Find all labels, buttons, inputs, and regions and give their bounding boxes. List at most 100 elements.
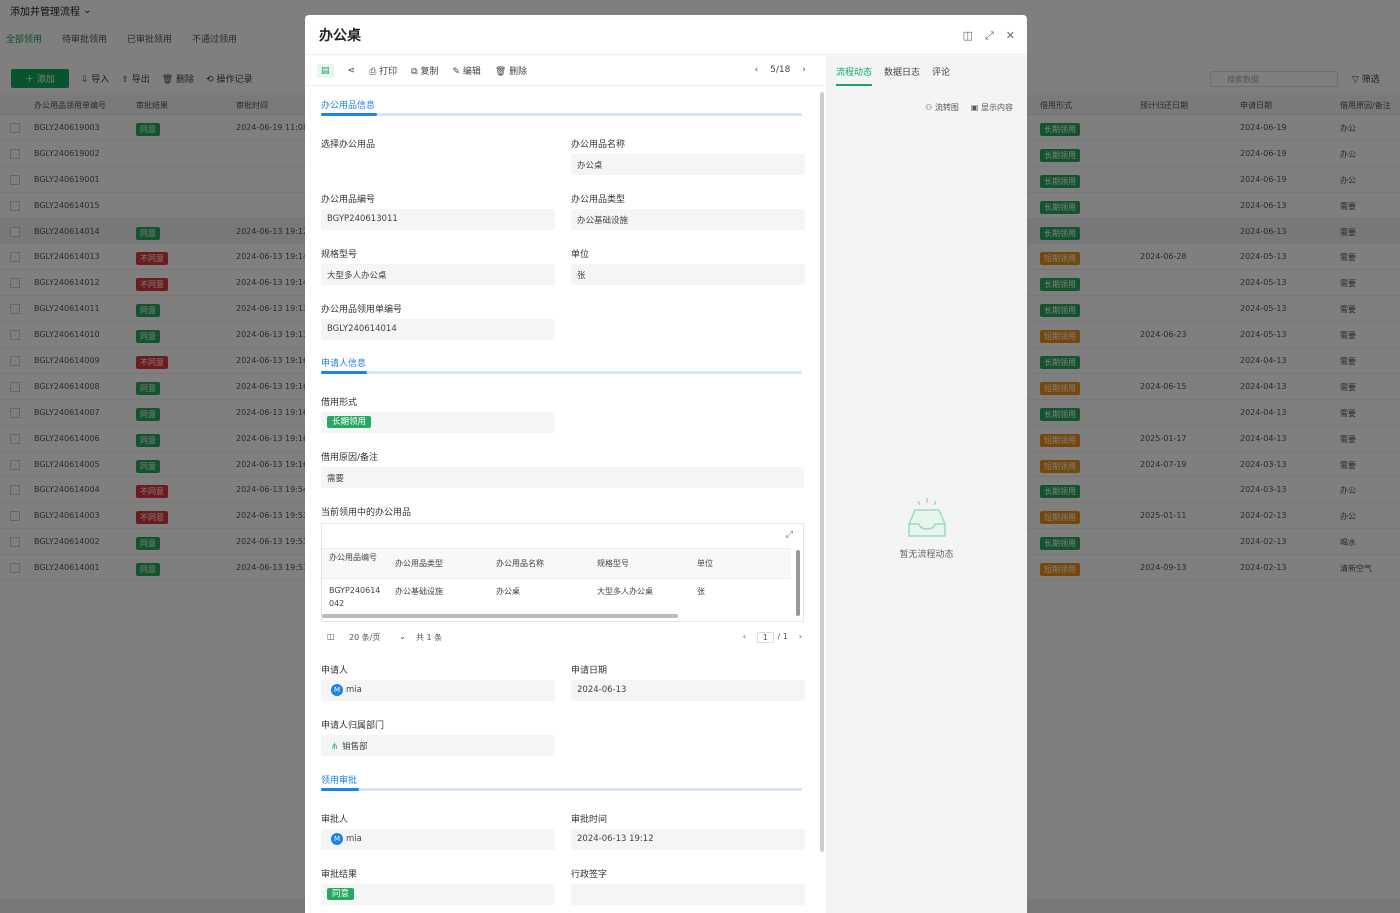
page-input[interactable]: 1 (756, 632, 774, 643)
borrow-form-field: 长期领用 (321, 412, 555, 433)
empty-inbox-icon (907, 498, 946, 537)
apply-date-label: 申请日期 (571, 666, 608, 676)
section-title: 申请人信息 (321, 359, 367, 369)
section-bar (321, 113, 802, 116)
applicant-label: 申请人 (321, 666, 349, 676)
subtable-pager: ◫ 20 条/页 ⌄ 共 1 条 ‹ 1 / 1 › (321, 632, 804, 646)
sub-cell-unit: 张 (697, 587, 705, 596)
activity-panel: 流程动态 数据日志 评论 ⚇ 流转图 ▣ 显示内容 暂无流程动态 (826, 56, 1027, 913)
sub-col-unit[interactable]: 单位 (697, 558, 713, 569)
record-form: 办公用品信息 选择办公用品 办公用品名称 办公桌 办公用品编号 BGYP2406… (305, 87, 818, 913)
org-icon: ⋔ (331, 742, 339, 752)
reason-value: 需要 (321, 467, 804, 488)
print-button[interactable]: ⎙ 打印 (369, 64, 397, 77)
approve-result-tag: 同意 (327, 888, 355, 900)
section-applicant-info: 申请人信息 (321, 356, 802, 374)
item-name-value: 办公桌 (571, 154, 805, 175)
record-position: 5/18 (770, 65, 791, 75)
section-item-info: 办公用品信息 (321, 98, 802, 116)
subtable-row[interactable]: BGYP240614042 办公基础设施 办公桌 大型多人办公桌 张 (322, 580, 791, 614)
section-bar (321, 371, 802, 374)
avatar: M (331, 833, 343, 845)
unit-label: 单位 (571, 250, 590, 260)
dept-name: 销售部 (342, 742, 368, 752)
reason-label: 借用原因/备注 (321, 453, 379, 463)
show-content-label: 显示内容 (981, 103, 1013, 112)
section-bar (321, 788, 802, 791)
view-icon[interactable]: ▤ (317, 63, 334, 78)
section-approval: 领用审批 (321, 773, 802, 791)
tab-data-log[interactable]: 数据日志 (884, 65, 920, 78)
show-content-button[interactable]: ▣ 显示内容 (971, 102, 1013, 113)
modal-title: 办公桌 (305, 15, 1027, 55)
next-page-icon[interactable]: › (799, 632, 802, 641)
avatar: M (331, 684, 343, 696)
tab-comments[interactable]: 评论 (932, 65, 950, 78)
columns-icon[interactable]: ◫ (327, 632, 335, 641)
fullscreen-icon[interactable]: ⤢ (786, 530, 793, 540)
record-pager: ‹ 5/18 › (755, 65, 806, 75)
sub-cell-name: 办公桌 (496, 587, 520, 596)
prev-record-icon[interactable]: ‹ (755, 65, 759, 75)
next-record-icon[interactable]: › (802, 65, 806, 75)
copy-button[interactable]: ⧉ 复制 (411, 64, 438, 77)
borrow-form-label: 借用形式 (321, 398, 358, 408)
share-icon[interactable]: ⋖ (348, 66, 356, 76)
record-toolbar: ▤ ⋖ ⎙ 打印 ⧉ 复制 ✎ 编辑 🗑 删除 ‹ 5/18 › (305, 56, 826, 86)
delete-record-button[interactable]: 🗑 删除 (495, 64, 527, 77)
sub-col-no[interactable]: 办公用品编号 (329, 552, 377, 564)
spec-label: 规格型号 (321, 250, 358, 260)
approve-result-label: 审批结果 (321, 870, 358, 880)
approver-label: 审批人 (321, 815, 349, 825)
req-no-label: 办公用品领用单编号 (321, 305, 403, 315)
approve-time-label: 审批时间 (571, 815, 608, 825)
approver-value: Mmia (321, 829, 555, 850)
per-page-select[interactable]: 20 条/页 (349, 632, 380, 643)
subtable-header: 办公用品编号 办公用品类型 办公用品名称 规格型号 单位 (322, 548, 791, 579)
section-title: 领用审批 (321, 776, 358, 786)
subtable-hscrollbar[interactable] (322, 614, 678, 618)
close-icon[interactable]: ✕ (1006, 29, 1015, 43)
item-name-label: 办公用品名称 (571, 140, 626, 150)
item-no-value: BGYP240613011 (321, 209, 555, 230)
sidebar-toggle-icon[interactable]: ◫ (963, 29, 973, 43)
flowchart-label: 流转图 (934, 103, 959, 112)
approve-result-field: 同意 (321, 884, 555, 905)
sub-col-type[interactable]: 办公用品类型 (395, 558, 443, 569)
apply-date-value: 2024-06-13 (571, 680, 805, 701)
edit-button[interactable]: ✎ 编辑 (452, 64, 480, 77)
per-page-chevron-icon[interactable]: ⌄ (399, 632, 406, 641)
record-detail: ▤ ⋖ ⎙ 打印 ⧉ 复制 ✎ 编辑 🗑 删除 ‹ 5/18 › 办公用品信息 … (305, 56, 826, 913)
spec-value: 大型多人办公桌 (321, 264, 555, 285)
record-modal: 办公桌 ◫ ⤢ ✕ ▤ ⋖ ⎙ 打印 ⧉ 复制 ✎ 编辑 🗑 删除 ‹ 5/18… (305, 15, 1027, 913)
edit-label: 编辑 (462, 67, 481, 77)
current-items-table: ⤢ 办公用品编号 办公用品类型 办公用品名称 规格型号 单位 BGYP24061… (321, 523, 804, 622)
sub-cell-type: 办公基础设施 (395, 587, 443, 596)
sub-col-spec[interactable]: 规格型号 (597, 558, 629, 569)
prev-page-icon[interactable]: ‹ (743, 632, 746, 641)
empty-state: 暂无流程动态 (826, 496, 1027, 560)
borrow-form-tag: 长期领用 (327, 416, 372, 428)
sub-col-name[interactable]: 办公用品名称 (496, 558, 544, 569)
unit-value: 张 (571, 264, 805, 285)
sub-cell-spec: 大型多人办公桌 (597, 587, 653, 596)
section-title: 办公用品信息 (321, 101, 376, 111)
current-items-label: 当前领用中的办公用品 (321, 508, 412, 518)
activity-tabs: 流程动态 数据日志 评论 (826, 56, 1027, 87)
applicant-name: mia (346, 685, 362, 695)
approver-name: mia (346, 834, 362, 844)
tab-flow-activity[interactable]: 流程动态 (836, 65, 873, 86)
flowchart-button[interactable]: ⚇ 流转图 (925, 102, 959, 113)
admin-sign-label: 行政签字 (571, 870, 608, 880)
empty-state-text: 暂无流程动态 (899, 550, 954, 560)
select-item-label: 选择办公用品 (321, 140, 376, 150)
form-scrollbar[interactable] (820, 92, 824, 852)
applicant-value: Mmia (321, 680, 555, 701)
item-no-label: 办公用品编号 (321, 195, 376, 205)
expand-icon[interactable]: ⤢ (985, 29, 994, 43)
subtable-vscrollbar[interactable] (796, 550, 800, 616)
req-no-value: BGLY240614014 (321, 319, 555, 340)
item-type-label: 办公用品类型 (571, 195, 626, 205)
print-label: 打印 (379, 67, 398, 77)
dept-label: 申请人归属部门 (321, 721, 385, 731)
